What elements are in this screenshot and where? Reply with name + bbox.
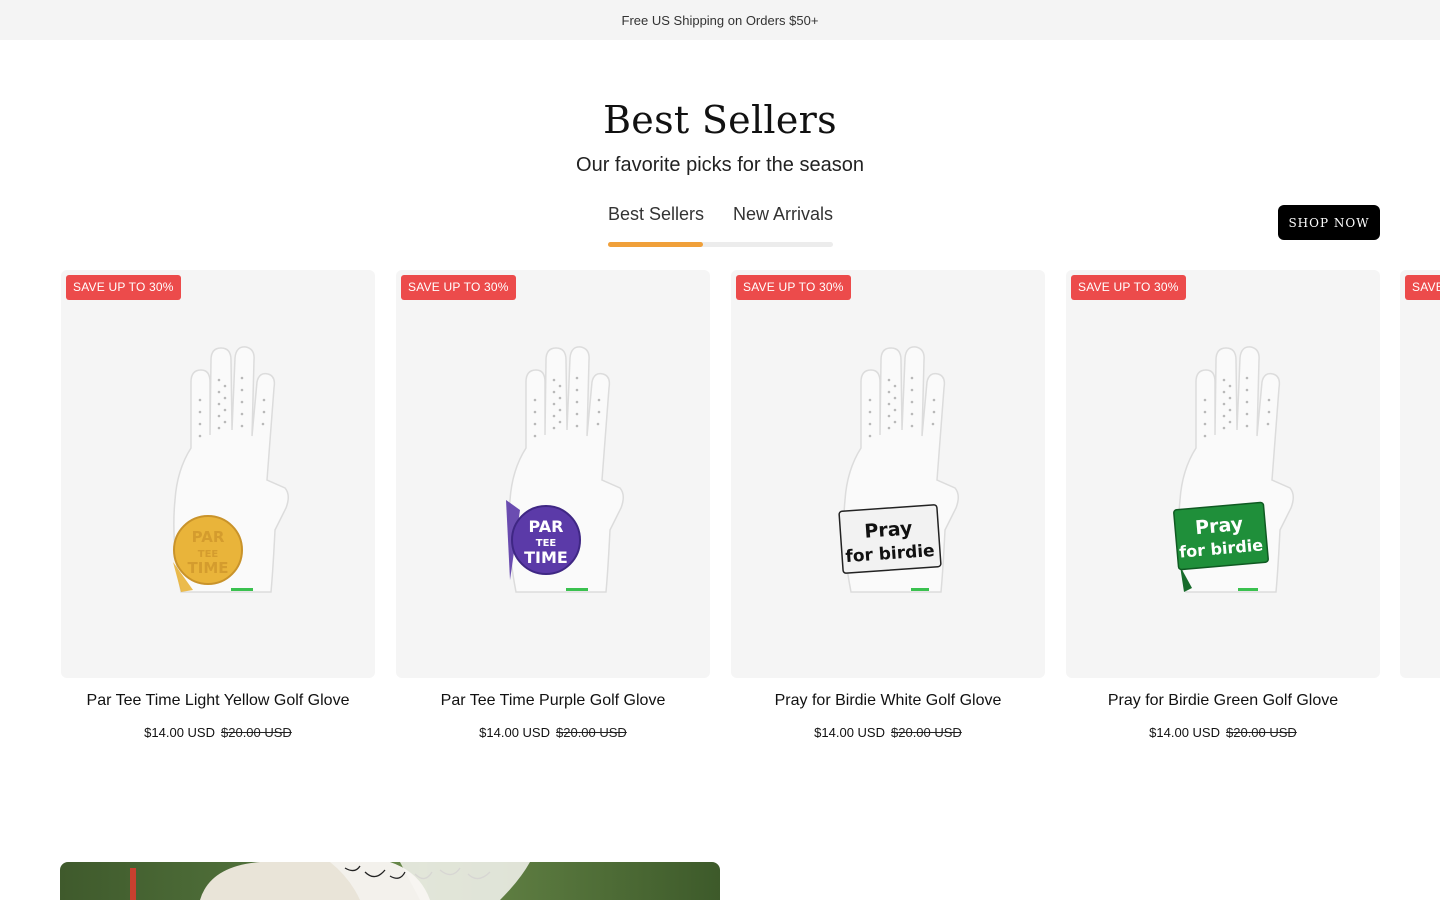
svg-text:TIME: TIME <box>188 559 229 577</box>
svg-text:TIME: TIME <box>524 548 568 567</box>
shop-now-button[interactable]: SHOP NOW <box>1278 205 1380 240</box>
product-card[interactable]: SAVE UP TO 30% <box>1400 270 1440 750</box>
sale-price: $14.00 USD <box>144 725 215 740</box>
product-image[interactable]: SAVE UP TO 30% <box>1400 270 1440 678</box>
sale-badge: SAVE UP TO 30% <box>401 275 516 300</box>
sale-badge: SAVE UP TO 30% <box>66 275 181 300</box>
svg-text:PAR: PAR <box>529 517 564 536</box>
golfer-photo <box>130 862 530 900</box>
svg-text:PAR: PAR <box>192 528 225 546</box>
product-price: $14.00 USD $20.00 USD <box>396 725 710 740</box>
product-card[interactable]: SAVE UP TO 30% PAR TEE TIME Par Tee Time… <box>396 270 710 750</box>
product-title[interactable]: Pray for Birdie Green Golf Glove <box>1066 692 1380 710</box>
product-image[interactable]: SAVE UP TO 30% PAR TEE TIME <box>396 270 710 678</box>
svg-text:Pray: Pray <box>1194 513 1244 539</box>
compare-price: $20.00 USD <box>891 725 962 740</box>
product-image[interactable]: SAVE UP TO 30% Pray for birdie <box>1066 270 1380 678</box>
product-price: $14.00 USD $20.00 USD <box>731 725 1045 740</box>
svg-text:Pray: Pray <box>864 517 914 542</box>
product-price: $14.00 USD $20.00 USD <box>61 725 375 740</box>
compare-price: $20.00 USD <box>221 725 292 740</box>
section-title: Best Sellers <box>603 98 837 142</box>
golf-glove-icon: Pray for birdie <box>1173 346 1294 593</box>
announcement-text: Free US Shipping on Orders $50+ <box>621 12 819 28</box>
product-card[interactable]: SAVE UP TO 30% Pray for birdie Pray for … <box>731 270 1045 750</box>
golf-glove-icon: Pray for birdie <box>838 346 959 593</box>
product-price: $14.00 USD $20.00 USD <box>1066 725 1380 740</box>
section-subtitle: Our favorite picks for the season <box>576 154 864 176</box>
sale-price: $14.00 USD <box>1149 725 1220 740</box>
announcement-bar: Free US Shipping on Orders $50+ <box>0 0 1440 40</box>
product-image[interactable]: SAVE UP TO 30% Pray for birdie <box>731 270 1045 678</box>
tab-new-arrivals[interactable]: New Arrivals <box>733 204 833 225</box>
sale-badge: SAVE UP TO 30% <box>1405 275 1440 300</box>
tab-best-sellers[interactable]: Best Sellers <box>608 204 704 225</box>
product-title[interactable]: Pray for Birdie White Golf Glove <box>731 692 1045 710</box>
compare-price: $20.00 USD <box>1226 725 1297 740</box>
active-tab-indicator <box>608 242 703 247</box>
sale-badge: SAVE UP TO 30% <box>1071 275 1186 300</box>
golf-glove-icon: PAR TEE TIME <box>173 346 289 593</box>
product-image[interactable]: SAVE UP TO 30% PAR TEE TIME <box>61 270 375 678</box>
sale-price: $14.00 USD <box>814 725 885 740</box>
compare-price: $20.00 USD <box>556 725 627 740</box>
golf-glove-icon: PAR TEE TIME <box>506 346 624 593</box>
collection-tabs: Best Sellers New Arrivals <box>608 204 833 247</box>
product-card[interactable]: SAVE UP TO 30% PAR TEE TIME Par Tee Time… <box>61 270 375 750</box>
product-title[interactable]: Par Tee Time Purple Golf Glove <box>396 692 710 710</box>
product-title[interactable]: Par Tee Time Light Yellow Golf Glove <box>61 692 375 710</box>
sale-price: $14.00 USD <box>479 725 550 740</box>
promo-banner-image[interactable] <box>60 862 720 900</box>
sale-badge: SAVE UP TO 30% <box>736 275 851 300</box>
product-card[interactable]: SAVE UP TO 30% Pray for birdie Pray for … <box>1066 270 1380 750</box>
